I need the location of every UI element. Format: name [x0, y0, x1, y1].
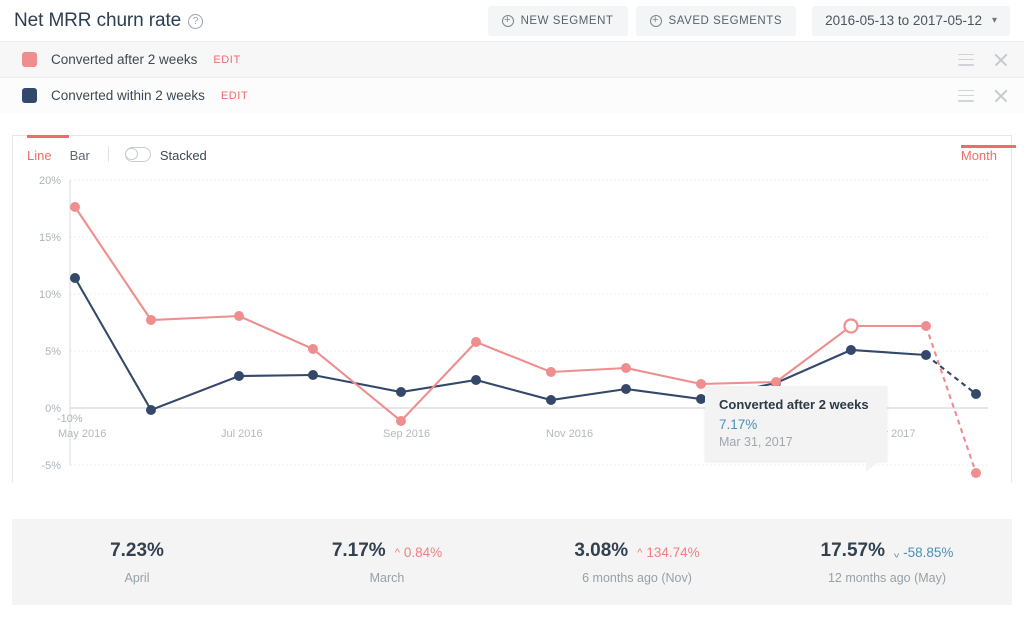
chart-card: Line Bar Stacked Month 20% 15% 10% 5% 0%… [12, 135, 1016, 482]
saved-segments-button[interactable]: + SAVED SEGMENTS [635, 5, 797, 36]
chart-toolbar: Line Bar Stacked Month [13, 135, 1016, 172]
tooltip-pointer [866, 461, 879, 472]
page-header: Net MRR churn rate ? + NEW SEGMENT + SAV… [0, 0, 1024, 41]
stat-march: 7.17% ^ 0.84% March [262, 519, 512, 605]
legend-color-swatch [22, 88, 37, 103]
saved-segments-label: SAVED SEGMENTS [668, 14, 783, 27]
legend-row-converted-within[interactable]: Converted within 2 weeks EDIT [0, 77, 1024, 113]
new-segment-label: NEW SEGMENT [520, 14, 614, 27]
close-icon[interactable] [992, 51, 1010, 69]
stat-delta: ^ 0.84% [395, 545, 442, 560]
summary-stats-bar: 7.23% April 7.17% ^ 0.84% March 3.08% ^ … [12, 519, 1012, 605]
svg-text:20%: 20% [39, 175, 61, 187]
stacked-toggle[interactable] [124, 146, 151, 162]
stat-label: 6 months ago (Nov) [582, 570, 692, 585]
stat-delta-value: 0.84% [403, 545, 443, 560]
caret-up-icon: ^ [394, 546, 400, 559]
legend-row-converted-after[interactable]: Converted after 2 weeks EDIT [0, 41, 1024, 77]
section-gap [0, 113, 1024, 135]
page-title: Net MRR churn rate [14, 9, 182, 31]
x-tick-jul-2016: Jul 2016 [221, 428, 263, 440]
legend-label: Converted within 2 weeks [51, 88, 205, 103]
new-segment-button[interactable]: + NEW SEGMENT [487, 5, 628, 36]
svg-text:10%: 10% [39, 289, 61, 301]
svg-text:-5%: -5% [41, 460, 61, 472]
edit-segment-link[interactable]: EDIT [213, 54, 240, 66]
caret-up-icon: ^ [637, 546, 643, 559]
highlighted-data-point [843, 318, 859, 334]
toggle-knob [125, 147, 138, 161]
tab-line[interactable]: Line [27, 146, 52, 163]
tooltip-date: Mar 31, 2017 [719, 435, 793, 449]
legend-label: Converted after 2 weeks [51, 52, 198, 67]
drag-handle-icon[interactable] [958, 89, 974, 102]
stat-delta-value: 134.74% [646, 545, 700, 560]
x-tick-may-2016: May 2016 [58, 428, 107, 440]
active-tab-underline [27, 135, 69, 138]
plot-area[interactable]: 20% 15% 10% 5% 0% -5% -10% [13, 172, 1011, 482]
stat-delta: ^ -58.85% [894, 545, 953, 560]
stat-delta-value: -58.85% [903, 545, 954, 560]
drag-handle-icon[interactable] [958, 53, 974, 66]
question-circle-icon[interactable]: ? [188, 14, 204, 29]
segment-legend-list: Converted after 2 weeks EDIT Converted w… [0, 41, 1024, 113]
tab-bar[interactable]: Bar [70, 146, 90, 163]
interval-selector[interactable]: Month [960, 144, 1016, 163]
close-icon[interactable] [992, 87, 1010, 105]
stat-value: 7.17% [331, 539, 386, 561]
edit-segment-link[interactable]: EDIT [221, 90, 248, 102]
stat-label: April [124, 570, 150, 585]
stat-value: 17.57% [820, 539, 885, 561]
svg-text:15%: 15% [39, 232, 61, 244]
stat-12-months-ago: 17.57% ^ -58.85% 12 months ago (May) [762, 519, 1012, 605]
caret-down-icon: ^ [893, 546, 900, 559]
y-tick-minus-10: -10% [57, 413, 83, 425]
legend-color-swatch [22, 52, 37, 67]
svg-text:5%: 5% [45, 346, 61, 358]
tooltip-value: 7.17% [719, 417, 758, 432]
stat-value: 3.08% [574, 539, 629, 561]
stat-value: 7.23% [110, 539, 164, 561]
date-range-picker[interactable]: 2016-05-13 to 2017-05-12 ▾ [812, 5, 1010, 36]
stat-6-months-ago: 3.08% ^ 134.74% 6 months ago (Nov) [512, 519, 762, 605]
stacked-label: Stacked [159, 147, 207, 163]
interval-month[interactable]: Month [961, 146, 997, 163]
tooltip-title: Converted after 2 weeks [719, 397, 869, 412]
stat-label: March [369, 570, 405, 585]
plus-circle-icon: + [649, 14, 662, 27]
chart-tooltip: Converted after 2 weeks 7.17% Mar 31, 20… [705, 386, 887, 472]
toolbar-divider [107, 146, 109, 162]
x-tick-sep-2016: Sep 2016 [383, 428, 431, 440]
chevron-down-icon: ▾ [991, 15, 997, 26]
plus-circle-icon: + [501, 14, 514, 27]
stat-april: 7.23% April [12, 519, 262, 605]
date-range-value: 2016-05-13 to 2017-05-12 [825, 13, 982, 28]
stat-delta: ^ 134.74% [637, 545, 699, 560]
x-axis-tick-labels: . [73, 448, 76, 460]
x-tick-nov-2016: Nov 2016 [546, 428, 594, 440]
stat-label: 12 months ago (May) [827, 570, 947, 585]
